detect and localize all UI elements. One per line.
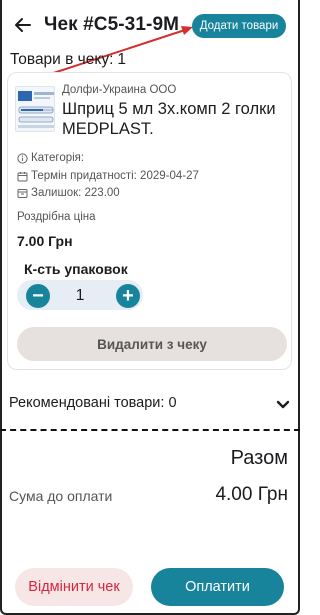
section-divider (0, 429, 300, 431)
page-title: Чек #C5-31-9M (44, 14, 180, 35)
product-image (15, 86, 55, 132)
sum-value: 4.00 Грн (215, 484, 288, 505)
quantity-stepper: 1 − + (17, 280, 143, 310)
recommended-products-toggle[interactable]: Рекомендовані товари: 0 (0, 388, 300, 418)
category-label: Категорія: (31, 152, 85, 164)
remove-from-receipt-button[interactable]: Видалити з чеку (17, 327, 287, 361)
info-icon (17, 152, 28, 164)
recommended-label: Рекомендовані товари: 0 (9, 395, 177, 411)
chevron-down-icon[interactable] (276, 398, 290, 409)
add-products-button[interactable]: Додати товари (192, 14, 286, 38)
cart-items-count: Товари в чеку: 1 (10, 51, 126, 69)
arrow-left-icon[interactable] (12, 14, 34, 36)
items-label: Товари в чеку: (10, 51, 114, 68)
product-expiry: Термін придатності: 2029-04-27 (17, 170, 199, 182)
cart-item-card: Долфи-Украина ООО Шприц 5 мл 3х.комп 2 г… (7, 72, 292, 370)
stock-text: Залишок: 223.00 (31, 187, 120, 199)
product-stock: Залишок: 223.00 (17, 187, 120, 199)
decrement-button[interactable]: − (26, 284, 50, 308)
price-value: 7.00 Грн (17, 233, 73, 249)
product-name: Шприц 5 мл 3х.комп 2 голки MEDPLAST. (62, 100, 276, 138)
box-icon (17, 188, 28, 199)
pay-button[interactable]: Оплатити (151, 568, 284, 606)
expiry-text: Термін придатності: 2029-04-27 (31, 170, 199, 182)
product-supplier: Долфи-Украина ООО (62, 84, 177, 96)
cancel-receipt-button[interactable]: Відмінити чек (15, 568, 133, 606)
items-count-value: 1 (117, 51, 127, 68)
product-category: Категорія: (17, 152, 84, 164)
calendar-icon (17, 171, 28, 182)
sum-label: Сума до оплати (9, 488, 113, 504)
price-label: Роздрібна ціна (17, 211, 96, 223)
increment-button[interactable]: + (116, 284, 140, 308)
total-heading: Разом (230, 447, 288, 469)
quantity-label: К-сть упаковок (24, 261, 128, 277)
